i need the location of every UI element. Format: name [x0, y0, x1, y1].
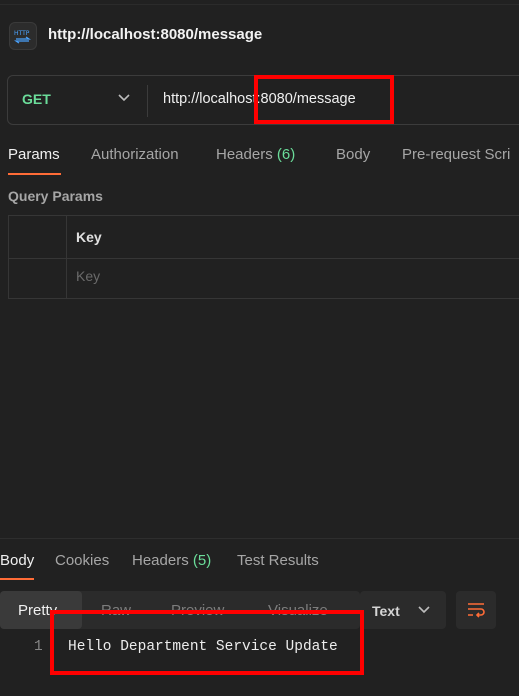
format-selected-value: Text — [372, 603, 400, 619]
query-params-label: Query Params — [8, 188, 103, 204]
active-tab-indicator — [0, 578, 34, 580]
method-selector[interactable]: GET — [22, 91, 51, 107]
tab-headers[interactable]: Headers (6) — [216, 146, 295, 163]
http-icon: HTTP — [9, 22, 37, 50]
tab-response-headers[interactable]: Headers (5) — [132, 552, 211, 569]
request-header: HTTP http://localhost:8080/message — [0, 0, 519, 70]
request-title[interactable]: http://localhost:8080/message — [48, 26, 262, 43]
chevron-down-icon — [418, 606, 430, 614]
param-key-input[interactable]: Key — [76, 268, 100, 284]
request-tabs: Params Authorization Headers (6) Body Pr… — [0, 140, 519, 176]
tab-prerequest-script[interactable]: Pre-request Scri — [402, 146, 510, 163]
headers-count: (6) — [276, 146, 296, 163]
postman-request-window: HTTP http://localhost:8080/message GET h… — [0, 0, 519, 696]
tab-headers-label: Headers — [216, 146, 273, 163]
tab-response-body[interactable]: Body — [0, 552, 34, 569]
wrap-lines-button[interactable] — [456, 591, 496, 629]
tab-response-headers-label: Headers — [132, 552, 189, 569]
key-column-header: Key — [76, 229, 102, 245]
response-tabs: Body Cookies Headers (5) Test Results — [0, 539, 519, 583]
column-divider — [66, 216, 67, 298]
tab-params[interactable]: Params — [8, 146, 60, 163]
response-headers-count: (5) — [192, 552, 212, 569]
format-select[interactable]: Text — [360, 591, 446, 629]
active-tab-indicator — [8, 173, 61, 175]
tab-authorization[interactable]: Authorization — [91, 146, 179, 163]
wrap-lines-icon — [468, 603, 485, 618]
divider — [0, 4, 519, 5]
tab-body[interactable]: Body — [336, 146, 370, 163]
tab-test-results[interactable]: Test Results — [237, 552, 319, 569]
query-params-table: Key Key — [8, 215, 519, 299]
line-number: 1 — [34, 639, 43, 655]
annotation-box-response — [50, 610, 364, 675]
chevron-down-icon[interactable] — [118, 94, 130, 102]
tab-cookies[interactable]: Cookies — [55, 552, 109, 569]
svg-text:HTTP: HTTP — [14, 30, 30, 37]
divider — [147, 85, 148, 117]
annotation-box-url — [254, 75, 394, 124]
